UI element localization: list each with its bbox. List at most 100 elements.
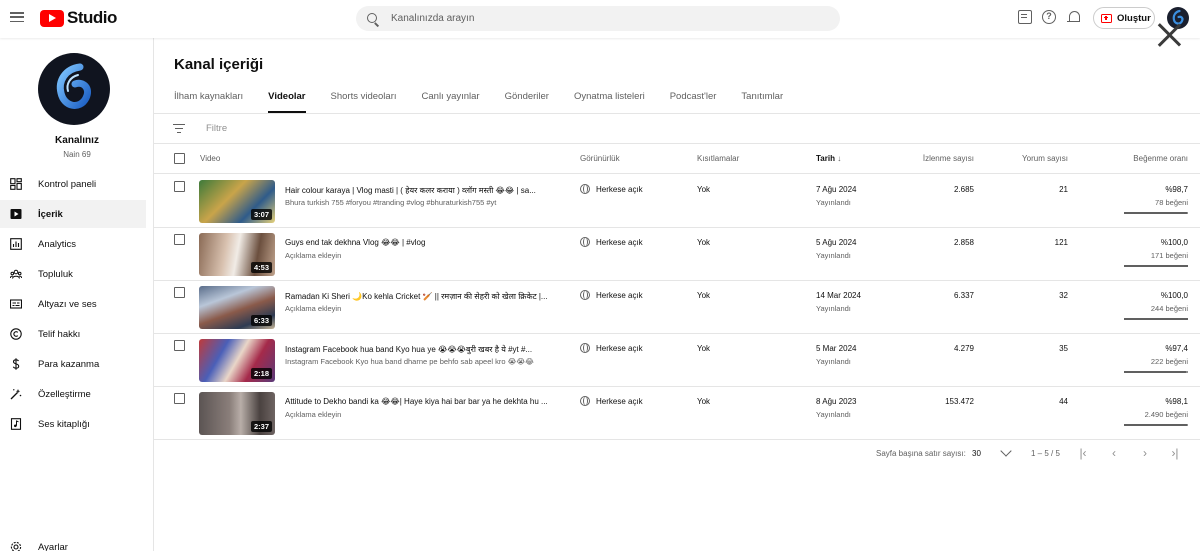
notifications-icon[interactable] [1067,10,1081,24]
like-ratio-fill [1124,371,1187,373]
tab-shorts[interactable]: Shorts videoları [331,91,397,113]
studio-logo[interactable]: Studio [40,8,117,27]
video-title[interactable]: Ramadan Ki Sheri 🌙Ko kehla Cricket 🏏 || … [285,291,560,302]
video-duration: 4:53 [250,262,272,273]
column-likes[interactable]: Beğenme oranı [1088,154,1188,163]
feedback-icon[interactable] [1018,10,1032,24]
video-description: Bhura turkish 755 #foryou #tranding #vlo… [285,198,497,207]
table-row[interactable]: 4:53 Guys end tak dekhna Vlog 😂😂 | #vlog… [154,228,1200,281]
sidebar-item-label: Ayarlar [38,541,68,551]
sidebar-item-analytics[interactable]: Analytics [0,230,146,258]
first-page-icon[interactable]: |‹ [1076,446,1090,460]
column-views[interactable]: İzlenme sayısı [874,154,974,163]
search-icon[interactable] [367,12,379,25]
comments-cell: 21 [1059,185,1068,194]
search-bar[interactable] [356,6,840,31]
table-row[interactable]: 6:33 Ramadan Ki Sheri 🌙Ko kehla Cricket … [154,281,1200,334]
column-date[interactable]: Tarih ↓ [816,154,841,163]
rows-per-page-select[interactable]: 30 [972,449,981,458]
create-label: Oluştur [1117,12,1151,24]
previous-page-icon[interactable]: ‹ [1107,446,1121,460]
search-input[interactable] [391,13,791,24]
sidebar-item-label: Altyazı ve ses [38,298,97,310]
like-count: 244 beğeni [1150,304,1188,313]
video-title[interactable]: Guys end tak dekhna Vlog 😂😂 | #vlog [285,238,560,247]
video-title[interactable]: Instagram Facebook hua band Kyo hua ye 😭… [285,344,560,355]
row-checkbox[interactable] [174,181,185,192]
filter-input[interactable]: Filtre [206,123,227,134]
tab-playlists[interactable]: Oynatma listeleri [574,91,645,113]
restrictions-cell: Yok [697,185,711,194]
menu-icon[interactable] [10,10,24,24]
sidebar-item-label: Özelleştirme [38,388,91,400]
sidebar-item-content[interactable]: İçerik [0,200,146,228]
filter-bar[interactable]: Filtre [154,114,1200,144]
sidebar-item-community[interactable]: Topluluk [0,260,146,288]
like-count: 222 beğeni [1150,357,1188,366]
table-row[interactable]: 2:18 Instagram Facebook hua band Kyo hua… [154,334,1200,387]
views-cell: 4.279 [953,344,974,353]
row-checkbox[interactable] [174,393,185,404]
like-ratio-bar [1124,318,1188,320]
video-thumbnail[interactable]: 2:18 [199,339,275,382]
video-description: Instagram Facebook Kyo hua band dharne p… [285,357,534,366]
tab-promotions[interactable]: Tanıtımlar [741,91,783,113]
visibility-cell[interactable]: Herkese açık [580,343,643,353]
visibility-cell[interactable]: Herkese açık [580,290,643,300]
video-description: Açıklama ekleyin [285,410,342,419]
globe-icon [580,396,590,406]
row-checkbox[interactable] [174,287,185,298]
last-page-icon[interactable]: ›| [1168,446,1182,460]
visibility-label: Herkese açık [596,290,643,300]
video-duration: 3:07 [250,209,272,220]
chevron-down-icon[interactable] [1000,445,1012,457]
filter-icon[interactable] [173,123,185,134]
video-title[interactable]: Attitude to Dekho bandi ka 😂😂| Haye kiya… [285,397,560,406]
sidebar-item-dashboard[interactable]: Kontrol paneli [0,170,146,198]
column-comments[interactable]: Yorum sayısı [968,154,1068,163]
help-icon[interactable]: ? [1042,10,1056,24]
row-checkbox[interactable] [174,340,185,351]
visibility-cell[interactable]: Herkese açık [580,184,643,194]
sidebar-item-customization[interactable]: Özelleştirme [0,380,146,408]
channel-avatar[interactable] [38,53,110,125]
content-tabs: İlham kaynakları Videolar Shorts videola… [174,91,808,113]
date-status: Yayınlandı [816,304,851,313]
subtitles-icon [10,298,22,310]
sidebar-item-subtitles[interactable]: Altyazı ve ses [0,290,146,318]
sidebar-item-monetization[interactable]: Para kazanma [0,350,146,378]
close-icon[interactable] [1156,22,1182,48]
video-thumbnail[interactable]: 4:53 [199,233,275,276]
tab-podcasts[interactable]: Podcast'ler [670,91,717,113]
tab-inspiration[interactable]: İlham kaynakları [174,91,243,113]
like-ratio: %100,0 [1160,291,1188,300]
sidebar-item-label: Topluluk [38,268,73,280]
comments-cell: 35 [1059,344,1068,353]
table-row[interactable]: 2:37 Attitude to Dekho bandi ka 😂😂| Haye… [154,387,1200,440]
video-duration: 2:18 [250,368,272,379]
table-row[interactable]: 3:07 Hair colour karaya | Vlog masti | (… [154,175,1200,228]
sidebar: Kanalınız Nain 69 Kontrol paneli İçerik … [0,38,154,551]
rows-per-page-label: Sayfa başına satır sayısı: [876,449,966,458]
tab-live[interactable]: Canlı yayınlar [422,91,480,113]
video-thumbnail[interactable]: 3:07 [199,180,275,223]
like-ratio: %98,7 [1165,185,1188,194]
row-checkbox[interactable] [174,234,185,245]
sidebar-item-label: Telif hakkı [38,328,81,340]
select-all-checkbox[interactable] [174,153,185,164]
visibility-cell[interactable]: Herkese açık [580,396,643,406]
like-ratio-bar [1124,212,1188,214]
like-count: 2.490 beğeni [1144,410,1188,419]
sidebar-item-copyright[interactable]: Telif hakkı [0,320,146,348]
video-thumbnail[interactable]: 6:33 [199,286,275,329]
next-page-icon[interactable]: › [1138,446,1152,460]
top-bar: Studio ? Oluştur [0,0,1200,38]
tab-videos[interactable]: Videolar [268,91,306,113]
sidebar-item-settings[interactable]: Ayarlar [0,533,146,551]
create-button[interactable]: Oluştur [1093,7,1155,29]
video-title[interactable]: Hair colour karaya | Vlog masti | ( हेयर… [285,185,560,196]
tab-posts[interactable]: Gönderiler [505,91,549,113]
video-thumbnail[interactable]: 2:37 [199,392,275,435]
visibility-cell[interactable]: Herkese açık [580,237,643,247]
sidebar-item-audio-library[interactable]: Ses kitaplığı [0,410,146,438]
